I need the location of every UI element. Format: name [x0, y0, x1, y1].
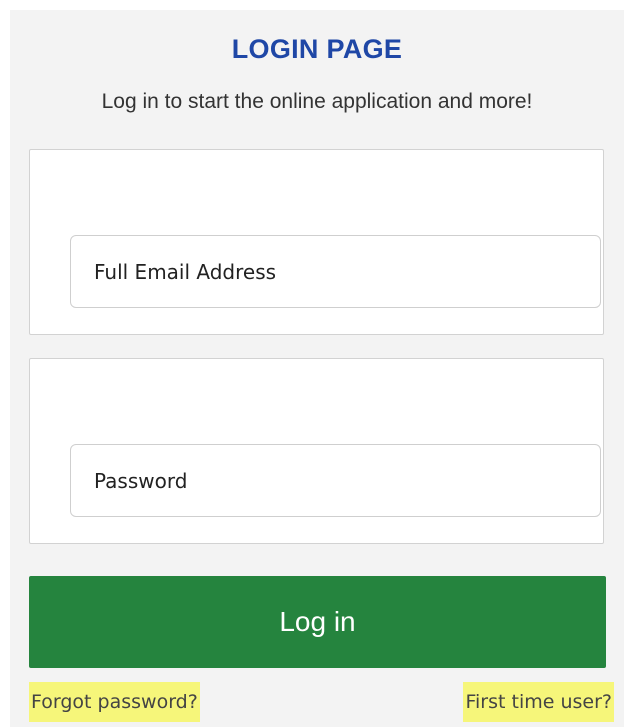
page-subtitle: Log in to start the online application a…	[101, 90, 533, 113]
email-input[interactable]	[70, 235, 601, 308]
page-title: LOGIN PAGE	[231, 34, 403, 64]
email-field-container	[29, 149, 604, 335]
password-field-container	[29, 358, 604, 544]
login-button[interactable]: Log in	[29, 576, 606, 668]
login-page: LOGIN PAGE Log in to start the online ap…	[0, 0, 624, 727]
forgot-password-link[interactable]: Forgot password?	[29, 682, 200, 722]
password-input[interactable]	[70, 444, 601, 517]
first-time-user-link[interactable]: First time user?	[463, 682, 614, 722]
